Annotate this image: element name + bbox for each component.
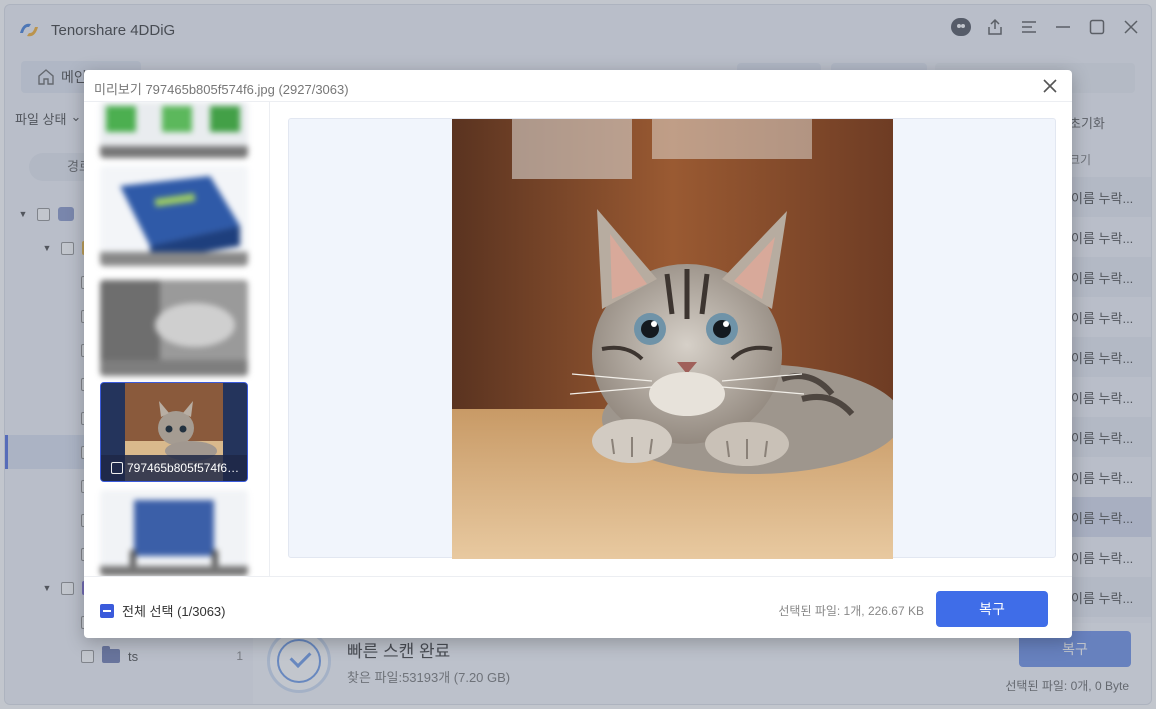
select-all-label: 전체 선택 (1/3063) [122, 604, 226, 619]
thumbnail-checkbox[interactable] [111, 462, 123, 474]
preview-dialog: 미리보기 797465b805f574f6.jpg (2927/3063) 79… [84, 70, 1072, 638]
select-all-checkbox[interactable]: 전체 선택 (1/3063) [100, 601, 225, 620]
preview-image [452, 119, 893, 559]
thumbnail-filename: 797465b805f574f6.jpg [127, 461, 242, 475]
preview-dialog-footer: 전체 선택 (1/3063) 선택된 파일: 1개, 226.67 KB 복구 [84, 576, 1072, 638]
thumbnail-item[interactable] [100, 280, 248, 376]
thumbnail-item[interactable] [100, 102, 248, 158]
thumbnail-strip[interactable]: 797465b805f574f6.jpg [84, 102, 270, 576]
thumbnail-item-selected[interactable]: 797465b805f574f6.jpg [100, 382, 248, 482]
thumbnail-item[interactable] [100, 490, 248, 576]
partial-check-icon[interactable] [100, 603, 114, 618]
thumbnail-item[interactable] [100, 166, 248, 266]
preview-dialog-title: 미리보기 797465b805f574f6.jpg (2927/3063) [94, 82, 349, 97]
thumbnail-caption: 797465b805f574f6.jpg [101, 455, 247, 481]
recover-button[interactable]: 복구 [936, 591, 1048, 627]
selected-files-status: 선택된 파일: 1개, 226.67 KB [778, 604, 924, 618]
preview-dialog-header: 미리보기 797465b805f574f6.jpg (2927/3063) [84, 70, 1072, 102]
image-preview-pane [288, 118, 1056, 559]
close-icon[interactable] [1040, 76, 1060, 96]
